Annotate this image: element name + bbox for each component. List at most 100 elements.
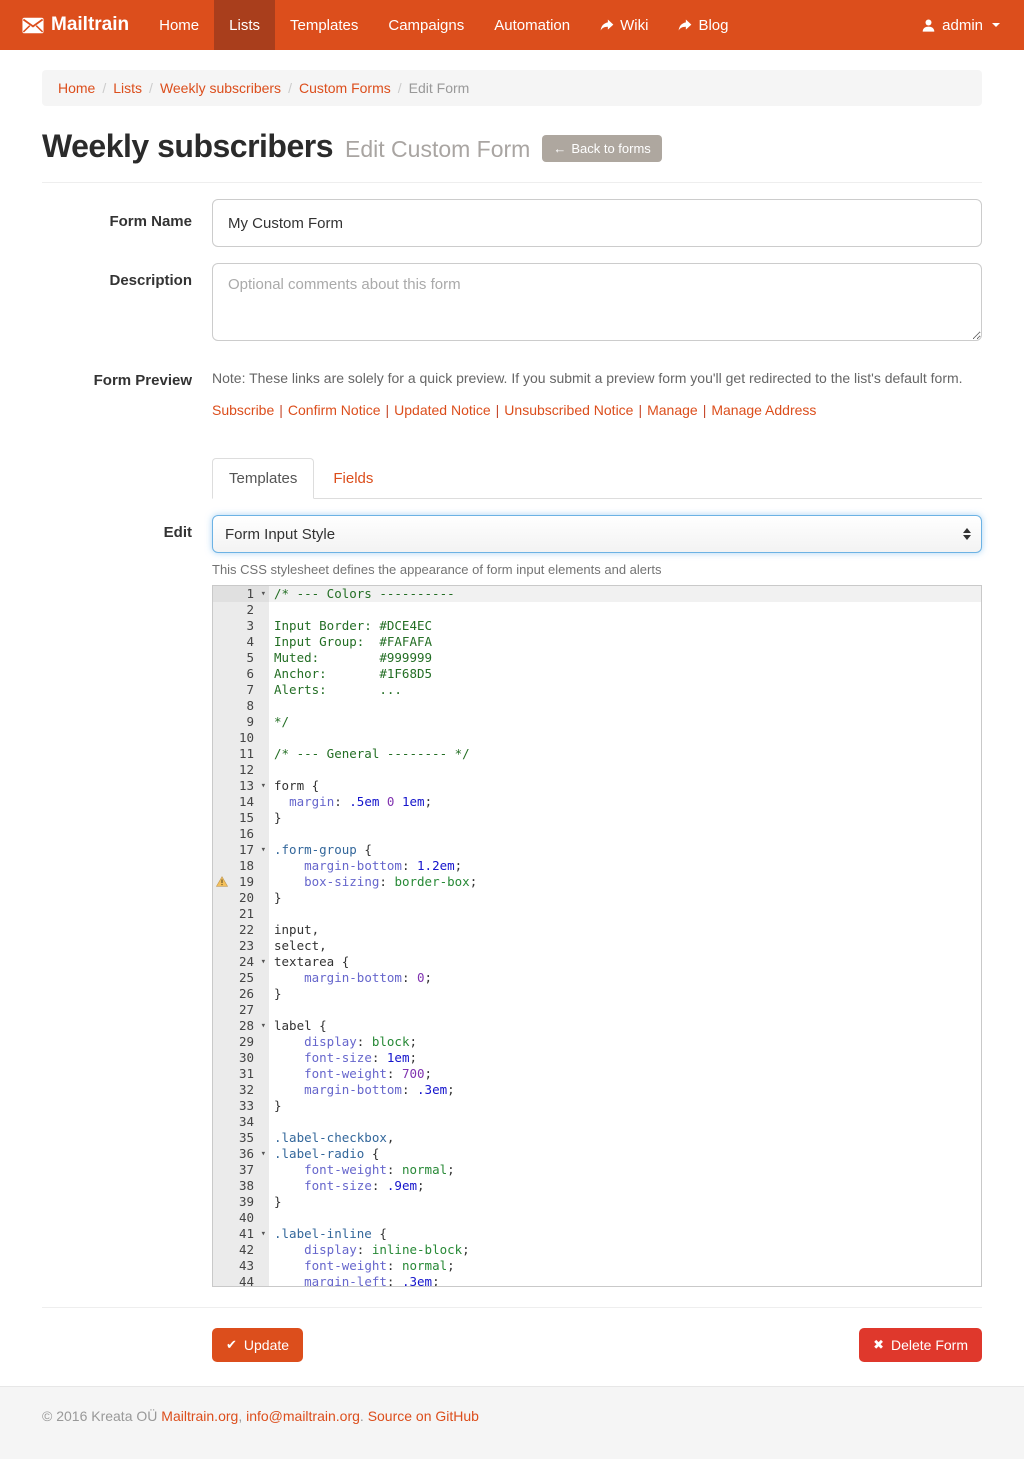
editor-line: 12 xyxy=(213,762,981,778)
gutter-cell[interactable]: 19 xyxy=(213,874,269,890)
gutter-cell[interactable]: 2 xyxy=(213,602,269,618)
gutter-cell[interactable]: 11 xyxy=(213,746,269,762)
gutter-cell[interactable]: 38 xyxy=(213,1178,269,1194)
gutter-cell[interactable]: 33 xyxy=(213,1098,269,1114)
gutter-cell[interactable]: 36▾ xyxy=(213,1146,269,1162)
fold-arrow-icon[interactable]: ▾ xyxy=(261,842,266,858)
fold-arrow-icon[interactable]: ▾ xyxy=(261,954,266,970)
breadcrumb-link[interactable]: Home xyxy=(58,80,95,96)
gutter-cell[interactable]: 43 xyxy=(213,1258,269,1274)
gutter-cell[interactable]: 23 xyxy=(213,938,269,954)
code-line: .label-radio { xyxy=(269,1146,379,1162)
code-line: font-weight: normal; xyxy=(269,1162,455,1178)
breadcrumb-link[interactable]: Custom Forms xyxy=(299,80,391,96)
fold-arrow-icon[interactable]: ▾ xyxy=(261,1226,266,1242)
gutter-cell[interactable]: 40 xyxy=(213,1210,269,1226)
tab-fields[interactable]: Fields xyxy=(316,458,390,499)
gutter-cell[interactable]: 35 xyxy=(213,1130,269,1146)
code-line: margin-bottom: .3em; xyxy=(269,1082,455,1098)
nav-item-wiki[interactable]: Wiki xyxy=(585,0,663,50)
gutter-cell[interactable]: 39 xyxy=(213,1194,269,1210)
gutter-cell[interactable]: 21 xyxy=(213,906,269,922)
editor-line: 41▾.label-inline { xyxy=(213,1226,981,1242)
gutter-cell[interactable]: 32 xyxy=(213,1082,269,1098)
preview-link-unsubscribed-notice[interactable]: Unsubscribed Notice xyxy=(504,402,633,418)
editor-line: 4Input Group: #FAFAFA xyxy=(213,634,981,650)
gutter-cell[interactable]: 1▾ xyxy=(213,586,269,602)
gutter-cell[interactable]: 41▾ xyxy=(213,1226,269,1242)
gutter-cell[interactable]: 8 xyxy=(213,698,269,714)
gutter-cell[interactable]: 42 xyxy=(213,1242,269,1258)
fold-arrow-icon[interactable]: ▾ xyxy=(261,778,266,794)
link-separator: | xyxy=(381,402,395,418)
footer-link[interactable]: info@mailtrain.org xyxy=(246,1408,360,1424)
gutter-cell[interactable]: 24▾ xyxy=(213,954,269,970)
brand-logo[interactable]: Mailtrain xyxy=(22,0,144,50)
description-textarea[interactable] xyxy=(212,263,982,341)
gutter-cell[interactable]: 6 xyxy=(213,666,269,682)
code-line: Anchor: #1F68D5 xyxy=(269,666,432,682)
footer-link[interactable]: Source on GitHub xyxy=(368,1408,479,1424)
preview-link-updated-notice[interactable]: Updated Notice xyxy=(394,402,491,418)
gutter-cell[interactable]: 27 xyxy=(213,1002,269,1018)
gutter-cell[interactable]: 28▾ xyxy=(213,1018,269,1034)
tab-templates[interactable]: Templates xyxy=(212,458,314,499)
footer-copy: . xyxy=(360,1408,368,1424)
fold-arrow-icon[interactable]: ▾ xyxy=(261,1146,266,1162)
gutter-cell[interactable]: 3 xyxy=(213,618,269,634)
nav-item-automation[interactable]: Automation xyxy=(479,0,585,50)
editor-line: 22input, xyxy=(213,922,981,938)
fold-arrow-icon[interactable]: ▾ xyxy=(261,586,266,602)
gutter-cell[interactable]: 25 xyxy=(213,970,269,986)
breadcrumb-link[interactable]: Weekly subscribers xyxy=(160,80,281,96)
preview-link-manage[interactable]: Manage xyxy=(647,402,698,418)
breadcrumb: Home/Lists/Weekly subscribers/Custom For… xyxy=(42,70,982,106)
footer-link[interactable]: Mailtrain.org xyxy=(161,1408,238,1424)
fold-arrow-icon[interactable]: ▾ xyxy=(261,1018,266,1034)
user-menu[interactable]: admin xyxy=(919,17,1002,34)
gutter-cell[interactable]: 13▾ xyxy=(213,778,269,794)
editor-line: 34 xyxy=(213,1114,981,1130)
delete-form-button[interactable]: ✖ Delete Form xyxy=(859,1328,982,1362)
back-to-forms-button[interactable]: ← Back to forms xyxy=(542,135,661,162)
nav-item-blog[interactable]: Blog xyxy=(663,0,743,50)
gutter-cell[interactable]: 9 xyxy=(213,714,269,730)
editor-line: 11/* --- General -------- */ xyxy=(213,746,981,762)
breadcrumb-link[interactable]: Lists xyxy=(113,80,142,96)
gutter-cell[interactable]: 37 xyxy=(213,1162,269,1178)
gutter-cell[interactable]: 10 xyxy=(213,730,269,746)
gutter-cell[interactable]: 14 xyxy=(213,794,269,810)
gutter-cell[interactable]: 4 xyxy=(213,634,269,650)
gutter-cell[interactable]: 5 xyxy=(213,650,269,666)
editor-line: 5Muted: #999999 xyxy=(213,650,981,666)
form-name-input[interactable] xyxy=(212,199,982,247)
gutter-cell[interactable]: 31 xyxy=(213,1066,269,1082)
edit-template-select[interactable]: Form Input Style xyxy=(212,515,982,553)
preview-link-manage-address[interactable]: Manage Address xyxy=(711,402,816,418)
gutter-cell[interactable]: 44 xyxy=(213,1274,269,1287)
nav-item-campaigns[interactable]: Campaigns xyxy=(373,0,479,50)
gutter-cell[interactable]: 30 xyxy=(213,1050,269,1066)
editor-line: 23select, xyxy=(213,938,981,954)
code-line: font-size: 1em; xyxy=(269,1050,417,1066)
nav-item-lists[interactable]: Lists xyxy=(214,0,275,50)
preview-link-confirm-notice[interactable]: Confirm Notice xyxy=(288,402,381,418)
nav-item-home[interactable]: Home xyxy=(144,0,214,50)
gutter-cell[interactable]: 22 xyxy=(213,922,269,938)
nav-item-templates[interactable]: Templates xyxy=(275,0,373,50)
gutter-cell[interactable]: 18 xyxy=(213,858,269,874)
code-line xyxy=(269,1002,274,1018)
preview-link-subscribe[interactable]: Subscribe xyxy=(212,402,274,418)
gutter-cell[interactable]: 26 xyxy=(213,986,269,1002)
gutter-cell[interactable]: 12 xyxy=(213,762,269,778)
gutter-cell[interactable]: 34 xyxy=(213,1114,269,1130)
link-separator: | xyxy=(491,402,505,418)
gutter-cell[interactable]: 20 xyxy=(213,890,269,906)
gutter-cell[interactable]: 7 xyxy=(213,682,269,698)
gutter-cell[interactable]: 15 xyxy=(213,810,269,826)
gutter-cell[interactable]: 29 xyxy=(213,1034,269,1050)
update-button[interactable]: ✔ Update xyxy=(212,1328,303,1362)
gutter-cell[interactable]: 16 xyxy=(213,826,269,842)
code-editor[interactable]: 1▾/* --- Colors ----------23Input Border… xyxy=(212,585,982,1287)
gutter-cell[interactable]: 17▾ xyxy=(213,842,269,858)
